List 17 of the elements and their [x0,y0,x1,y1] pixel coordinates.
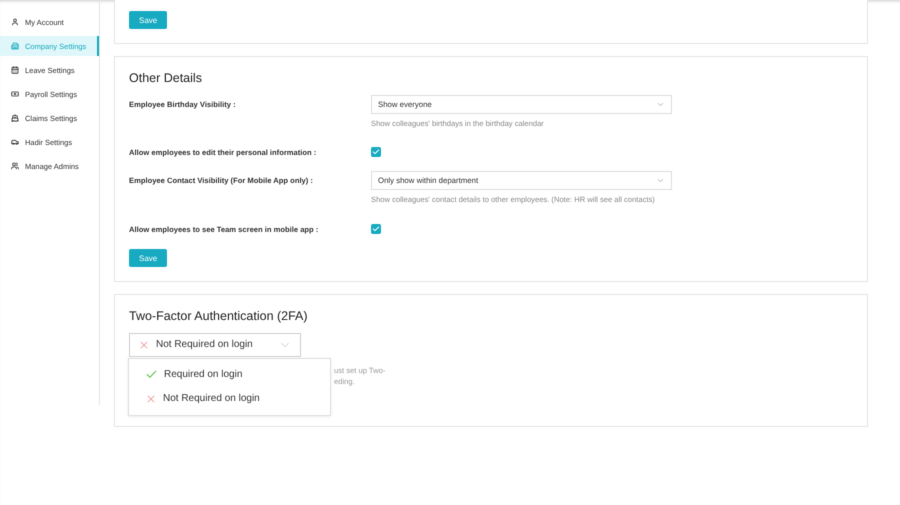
users-icon [11,162,19,170]
car-icon [11,138,19,146]
user-icon [11,18,19,26]
calendar-icon [11,66,19,74]
select-field[interactable]: Not Required on login [129,332,301,357]
close-icon [138,338,150,351]
banknote-icon [11,90,19,98]
chevron-down-icon [656,100,665,109]
close-icon [145,392,157,405]
dropdown-option[interactable]: Required on login [129,362,330,387]
section-title: Two-Factor Authentication (2FA) [129,308,309,323]
section-title: Other Details [129,71,203,85]
building-icon [11,42,19,50]
checkbox[interactable] [371,224,381,234]
dropdown-option[interactable]: Not Required on login [129,386,330,411]
checkbox[interactable] [371,147,381,158]
ship-icon [11,114,19,122]
